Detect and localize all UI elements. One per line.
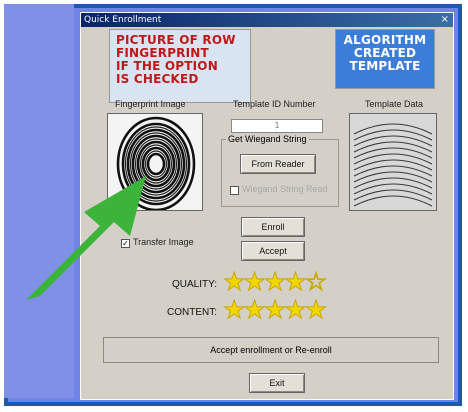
star-icon: ★: [284, 267, 307, 296]
template-data-label: Template Data: [365, 99, 424, 109]
fingerprint-image: [107, 113, 203, 211]
callout-algorithm-template: ALGORITHM CREATED TEMPLATE: [335, 29, 435, 89]
from-reader-button[interactable]: From Reader: [240, 154, 316, 174]
wiegand-read-checkbox[interactable]: [230, 186, 239, 195]
enroll-button[interactable]: Enroll: [241, 217, 305, 237]
wiegand-groupbox: Get Wiegand String From Reader Wiegand S…: [221, 134, 339, 207]
star-icon: ★: [243, 267, 266, 296]
star-icon: ★: [263, 295, 286, 324]
content-label: CONTENT:: [167, 307, 217, 318]
callout-right-line: TEMPLATE: [349, 59, 421, 73]
transfer-image-checkbox[interactable]: ✓: [121, 239, 130, 248]
quality-label: QUALITY:: [171, 279, 217, 290]
desktop-left-strip: [4, 4, 74, 398]
accept-button[interactable]: Accept: [241, 241, 305, 261]
template-data-image: [349, 113, 437, 211]
fingerprint-image-label: Fingerprint Image: [115, 99, 186, 109]
star-icon: ★: [222, 295, 245, 324]
quality-stars: ★★★★☆: [222, 267, 327, 296]
wiegand-read-label: Wiegand String Read: [242, 184, 328, 194]
star-icon: ★: [243, 295, 266, 324]
content-stars: ★★★★★: [222, 295, 327, 324]
transfer-image-label: Transfer Image: [133, 237, 194, 247]
wiegand-group-title: Get Wiegand String: [226, 134, 309, 144]
star-empty-icon: ☆: [304, 267, 327, 296]
star-icon: ★: [222, 267, 245, 296]
star-icon: ★: [284, 295, 307, 324]
callout-row-fingerprint: PICTURE OF ROW FINGERPRINT IF THE OPTION…: [109, 29, 251, 103]
star-icon: ★: [263, 267, 286, 296]
template-id-label: Template ID Number: [233, 99, 316, 109]
close-icon[interactable]: ×: [441, 13, 449, 27]
window-titlebar: Quick Enrollment ×: [81, 13, 453, 27]
status-message: Accept enrollment or Re-enroll: [103, 337, 439, 363]
quick-enrollment-dialog: Quick Enrollment × PICTURE OF ROW FINGER…: [80, 12, 454, 400]
callout-left-line: IS CHECKED: [116, 72, 199, 86]
star-icon: ★: [304, 295, 327, 324]
exit-button[interactable]: Exit: [249, 373, 305, 393]
template-id-field[interactable]: 1: [231, 119, 323, 133]
window-title: Quick Enrollment: [84, 15, 162, 25]
